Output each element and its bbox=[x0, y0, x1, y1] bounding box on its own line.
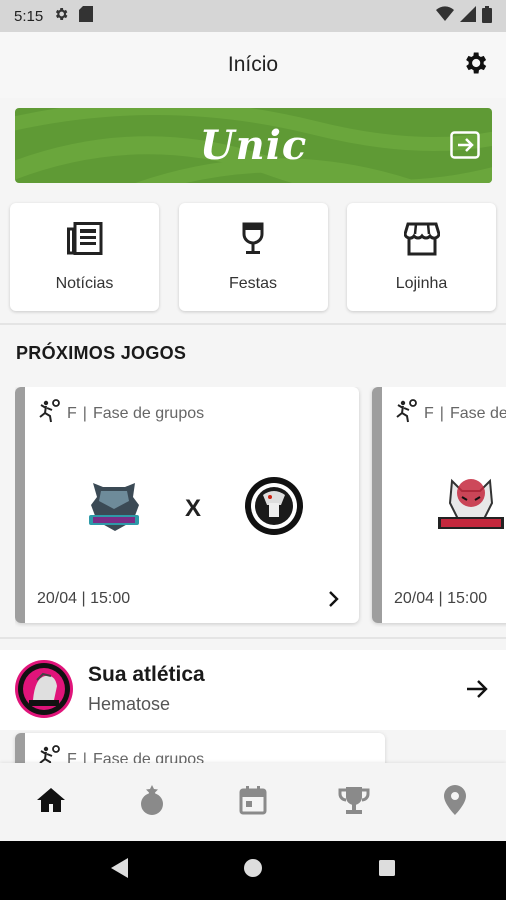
battery-icon bbox=[482, 5, 492, 27]
sd-card-icon bbox=[79, 6, 94, 26]
section-title-proximos-jogos: PRÓXIMOS JOGOS bbox=[16, 343, 187, 363]
athletic-avatar bbox=[15, 660, 73, 718]
wine-glass-icon bbox=[241, 222, 265, 261]
location-pin-icon bbox=[443, 784, 467, 821]
shortcut-noticias[interactable]: Notícias bbox=[10, 203, 159, 311]
settings-button[interactable] bbox=[460, 50, 490, 80]
nav-home[interactable] bbox=[21, 772, 81, 832]
card-accent-bar bbox=[372, 387, 382, 623]
game-header: F | Fase de grupos bbox=[394, 399, 506, 428]
unic-logo: Unic bbox=[199, 122, 308, 169]
calendar-icon bbox=[239, 785, 267, 820]
medal-icon bbox=[139, 784, 165, 821]
page-title: Início bbox=[227, 53, 279, 76]
shortcut-label: Notícias bbox=[55, 274, 114, 292]
section-divider bbox=[0, 637, 506, 639]
vs-label: X bbox=[185, 495, 202, 522]
home-circle-icon bbox=[243, 858, 263, 883]
back-icon bbox=[109, 857, 129, 884]
recents-button[interactable] bbox=[375, 859, 399, 883]
handball-icon bbox=[37, 399, 61, 428]
chevron-right-icon[interactable] bbox=[323, 589, 343, 609]
system-navigation bbox=[0, 841, 506, 900]
team-logo-hematose bbox=[83, 475, 145, 537]
shortcut-label: Lojinha bbox=[395, 274, 448, 292]
shortcut-lojinha[interactable]: Lojinha bbox=[347, 203, 496, 311]
nav-trophy[interactable] bbox=[324, 772, 384, 832]
trophy-icon bbox=[338, 785, 370, 820]
handball-icon bbox=[394, 399, 418, 428]
status-time: 5:15 bbox=[14, 7, 44, 25]
games-carousel[interactable]: F | Fase de grupos X 20/04 | 15:00 F | F… bbox=[15, 387, 506, 627]
game-datetime: 20/04 | 15:00 bbox=[394, 590, 488, 607]
section-divider bbox=[0, 323, 506, 325]
home-icon bbox=[36, 787, 66, 818]
nav-location[interactable] bbox=[425, 772, 485, 832]
bottom-navigation bbox=[0, 763, 506, 841]
enter-arrow-icon bbox=[450, 131, 480, 159]
game-header: F | Fase de grupos bbox=[37, 399, 204, 428]
athletic-name: Hematose bbox=[88, 694, 171, 714]
unic-banner[interactable]: Unic bbox=[15, 108, 492, 183]
gear-icon bbox=[53, 6, 69, 26]
team-logo-circular-crest bbox=[243, 475, 305, 537]
game-phase: Fase de grupos bbox=[92, 404, 205, 422]
game-card[interactable]: F | Fase de grupos X 20/04 | 15:00 bbox=[15, 387, 359, 623]
app-bar: Início bbox=[0, 32, 506, 98]
signal-icon bbox=[460, 6, 476, 26]
game-gender: F bbox=[424, 404, 434, 422]
home-system-button[interactable] bbox=[241, 859, 265, 883]
recents-icon bbox=[378, 859, 396, 882]
arrow-right-icon[interactable] bbox=[464, 676, 490, 702]
back-button[interactable] bbox=[107, 857, 131, 884]
gear-icon bbox=[461, 49, 489, 82]
game-card[interactable]: F | Fase de grupos 20/04 | 15:00 bbox=[372, 387, 506, 623]
separator: | bbox=[82, 404, 87, 422]
shortcut-label: Festas bbox=[228, 274, 277, 292]
game-phase: Fase de grupos bbox=[449, 404, 506, 422]
nav-medal[interactable] bbox=[122, 772, 182, 832]
your-athletic-section[interactable]: Sua atlética Hematose bbox=[0, 650, 506, 730]
card-accent-bar bbox=[15, 387, 25, 623]
newspaper-icon bbox=[66, 221, 103, 261]
status-bar: 5:15 bbox=[0, 0, 506, 32]
shortcut-festas[interactable]: Festas bbox=[178, 203, 328, 311]
separator: | bbox=[439, 404, 444, 422]
shortcut-row: Notícias Festas Lojinha bbox=[10, 203, 496, 311]
team-logo-autoritaria bbox=[436, 475, 504, 537]
game-gender: F bbox=[67, 404, 77, 422]
athletic-section-title: Sua atlética bbox=[88, 663, 205, 686]
game-datetime: 20/04 | 15:00 bbox=[37, 590, 131, 607]
storefront-icon bbox=[402, 222, 441, 261]
nav-calendar[interactable] bbox=[223, 772, 283, 832]
wifi-icon bbox=[436, 6, 454, 26]
